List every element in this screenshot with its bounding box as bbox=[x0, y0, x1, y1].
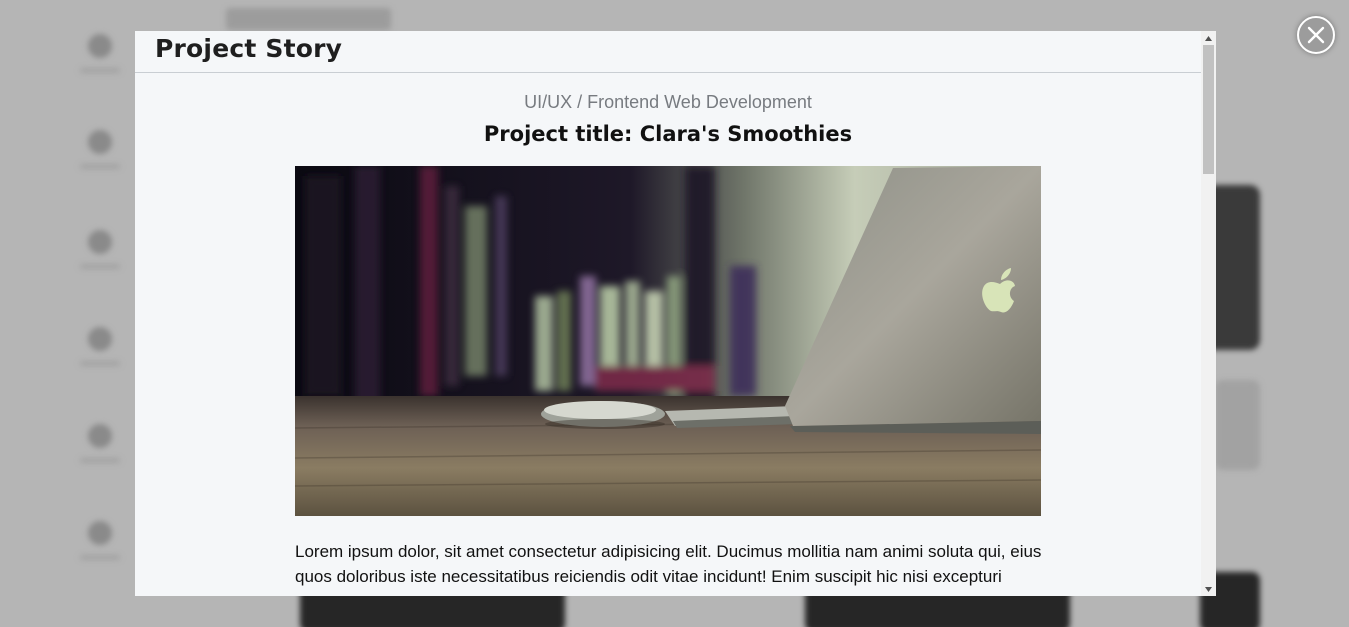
project-category: UI/UX / Frontend Web Development bbox=[524, 92, 812, 112]
modal-body: UI/UX / Frontend Web Development Project… bbox=[135, 74, 1201, 596]
background-sidebar-item bbox=[70, 34, 130, 104]
background-card bbox=[1215, 380, 1260, 470]
modal-header: Project Story bbox=[135, 31, 1201, 73]
modal-scrollbar[interactable] bbox=[1201, 31, 1216, 596]
project-image bbox=[295, 166, 1041, 516]
project-description: Lorem ipsum dolor, sit amet consectetur … bbox=[295, 542, 1042, 586]
background-sidebar-item bbox=[70, 327, 130, 397]
scroll-thumb[interactable] bbox=[1203, 45, 1214, 174]
modal-title: Project Story bbox=[155, 34, 343, 63]
scroll-down-arrow-icon bbox=[1205, 586, 1212, 592]
background-sidebar-item bbox=[70, 130, 130, 200]
scroll-up-button[interactable] bbox=[1201, 31, 1216, 45]
close-button[interactable] bbox=[1297, 16, 1335, 54]
background-sidebar-item bbox=[70, 424, 130, 494]
scroll-up-arrow-icon bbox=[1205, 35, 1212, 41]
background-sidebar-item bbox=[70, 521, 130, 591]
close-icon bbox=[1307, 26, 1325, 44]
project-story-modal: Project Story UI/UX / Frontend Web Devel… bbox=[135, 31, 1216, 596]
background-sidebar-item bbox=[70, 230, 130, 300]
background-heading bbox=[226, 8, 391, 30]
scroll-down-button[interactable] bbox=[1201, 582, 1216, 596]
project-title: Project title: Clara's Smoothies bbox=[483, 122, 853, 146]
